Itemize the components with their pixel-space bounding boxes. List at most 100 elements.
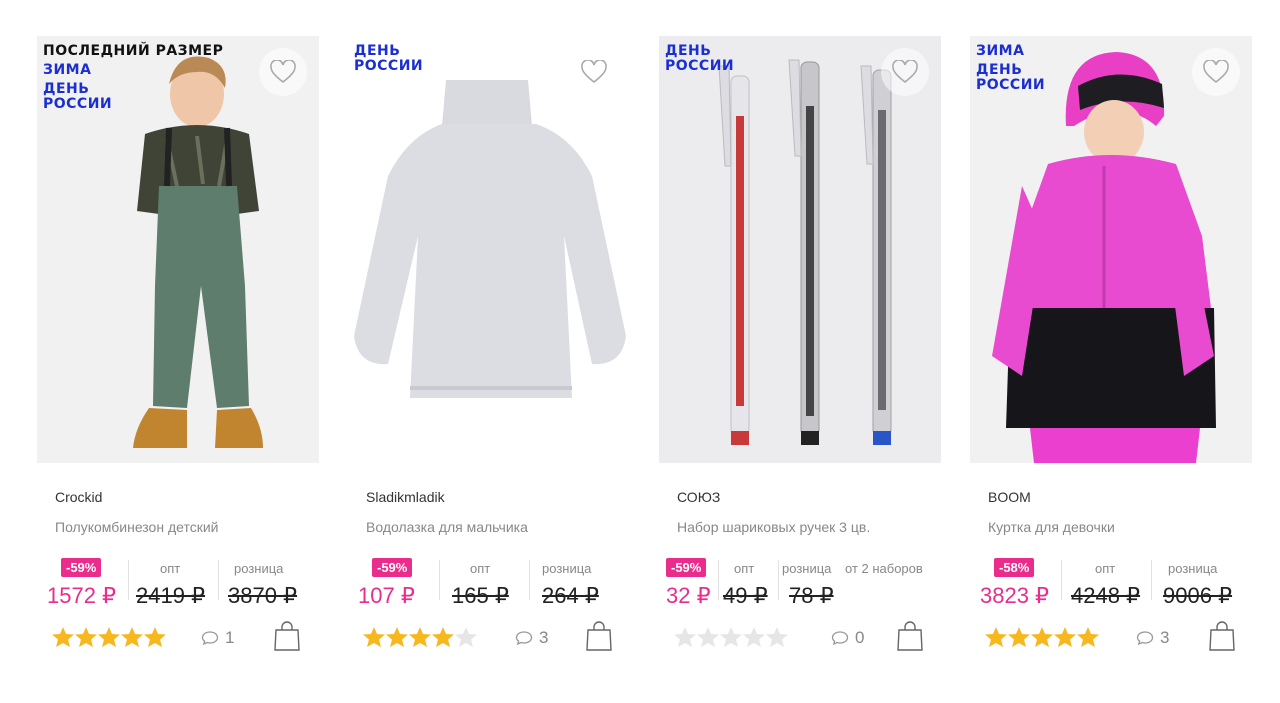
shopping-bag-icon[interactable]: [1208, 620, 1236, 652]
rating-stars: [673, 626, 788, 648]
comments-count[interactable]: 1: [201, 628, 234, 648]
rating-stars: [984, 626, 1099, 648]
star-icon: [98, 627, 120, 647]
card-footer: 0: [673, 620, 941, 656]
product-name[interactable]: Куртка для девочки: [988, 519, 1115, 535]
rating-stars: [362, 626, 477, 648]
opt-label: опт: [470, 561, 491, 576]
opt-label: опт: [734, 561, 755, 576]
retail-price: 3870 ₽: [228, 583, 298, 608]
heart-icon: [1203, 60, 1229, 84]
badge-russia-day: ДЕНЬ РОССИИ: [43, 81, 113, 112]
comments-count[interactable]: 3: [515, 628, 548, 648]
product-name[interactable]: Полукомбинезон детский: [55, 519, 218, 535]
product-card[interactable]: ДЕНЬ РОССИИ Sladikmladik Водолазка для м…: [348, 36, 630, 651]
product-card[interactable]: ПОСЛЕДНИЙ РАЗМЕР ЗИМА ДЕНЬ РОССИИ Crocki…: [37, 36, 319, 651]
product-image[interactable]: ПОСЛЕДНИЙ РАЗМЕР ЗИМА ДЕНЬ РОССИИ: [37, 36, 319, 463]
shopping-bag-icon[interactable]: [896, 620, 924, 652]
current-price: 107 ₽: [358, 583, 415, 608]
star-icon: [743, 627, 765, 647]
product-brand[interactable]: СОЮЗ: [677, 489, 720, 505]
star-icon: [697, 627, 719, 647]
product-image[interactable]: ДЕНЬ РОССИИ: [659, 36, 941, 463]
comments-count[interactable]: 0: [831, 628, 864, 648]
comment-icon: [201, 631, 219, 646]
retail-price: 9006 ₽: [1163, 583, 1233, 608]
opt-label: опт: [160, 561, 181, 576]
favorite-button[interactable]: [881, 48, 929, 96]
discount-badge: -58%: [994, 558, 1035, 577]
price-divider: [439, 560, 440, 600]
favorite-button[interactable]: [259, 48, 307, 96]
star-icon: [985, 627, 1007, 647]
product-image[interactable]: ДЕНЬ РОССИИ: [348, 36, 630, 463]
badge-list: ДЕНЬ РОССИИ: [665, 44, 734, 78]
star-icon: [1077, 627, 1099, 647]
retail-price: 78 ₽: [789, 583, 834, 608]
price-row: -59% 1572 ₽ опт 2419 ₽ розница 3870 ₽: [47, 556, 319, 608]
opt-label: опт: [1095, 561, 1116, 576]
price-divider: [1151, 560, 1152, 600]
star-icon: [455, 627, 477, 647]
badge-list: ПОСЛЕДНИЙ РАЗМЕР ЗИМА ДЕНЬ РОССИИ: [43, 44, 223, 116]
price-row: -58% 3823 ₽ опт 4248 ₽ розница 9006 ₽: [980, 556, 1252, 608]
badge-last-size: ПОСЛЕДНИЙ РАЗМЕР: [43, 43, 224, 59]
badge-list: ЗИМА ДЕНЬ РОССИИ: [976, 44, 1045, 97]
favorite-button[interactable]: [1192, 48, 1240, 96]
retail-label: розница: [542, 561, 592, 576]
retail-label: розница: [782, 561, 832, 576]
price-divider: [128, 560, 129, 600]
heart-icon: [581, 60, 607, 84]
star-icon: [766, 627, 788, 647]
star-icon: [1008, 627, 1030, 647]
discount-badge: -59%: [61, 558, 102, 577]
badge-russia-day: ДЕНЬ РОССИИ: [354, 43, 424, 74]
shopping-bag-icon[interactable]: [585, 620, 613, 652]
star-icon: [144, 627, 166, 647]
product-grid: ПОСЛЕДНИЙ РАЗМЕР ЗИМА ДЕНЬ РОССИИ Crocki…: [0, 0, 1280, 703]
favorite-button[interactable]: [570, 48, 618, 96]
comments-number: 0: [855, 628, 865, 647]
card-footer: 1: [51, 620, 319, 656]
star-icon: [1031, 627, 1053, 647]
retail-label: розница: [234, 561, 284, 576]
badge-winter: ЗИМА: [976, 43, 1025, 59]
product-brand[interactable]: Sladikmladik: [366, 489, 445, 505]
product-name[interactable]: Водолазка для мальчика: [366, 519, 528, 535]
retail-price: 264 ₽: [542, 583, 599, 608]
retail-min-qty: от 2 наборов: [845, 561, 923, 576]
product-brand[interactable]: BOOM: [988, 489, 1031, 505]
badge-list: ДЕНЬ РОССИИ: [354, 44, 423, 78]
opt-price: 2419 ₽: [136, 583, 206, 608]
star-icon: [720, 627, 742, 647]
girl-in-pink-ski-jacket-image: [970, 36, 1252, 463]
star-icon: [674, 627, 696, 647]
star-icon: [363, 627, 385, 647]
shopping-bag-icon[interactable]: [273, 620, 301, 652]
comments-number: 3: [539, 628, 549, 647]
light-grey-turtleneck-image: [348, 36, 630, 463]
heart-icon: [270, 60, 296, 84]
product-brand[interactable]: Crockid: [55, 489, 102, 505]
star-icon: [52, 627, 74, 647]
product-image[interactable]: ЗИМА ДЕНЬ РОССИИ: [970, 36, 1252, 463]
opt-price: 49 ₽: [723, 583, 768, 608]
comment-icon: [515, 631, 533, 646]
three-ballpoint-pens-image: [659, 36, 941, 463]
price-divider: [718, 560, 719, 600]
retail-label: розница: [1168, 561, 1218, 576]
badge-winter: ЗИМА: [43, 62, 92, 78]
badge-russia-day: ДЕНЬ РОССИИ: [976, 62, 1046, 93]
price-row: -59% 107 ₽ опт 165 ₽ розница 264 ₽: [358, 556, 630, 608]
comments-count[interactable]: 3: [1136, 628, 1169, 648]
comments-number: 3: [1160, 628, 1170, 647]
product-card[interactable]: ДЕНЬ РОССИИ СОЮЗ Набор шариковых ручек 3…: [659, 36, 941, 651]
product-name[interactable]: Набор шариковых ручек 3 цв.: [677, 519, 870, 535]
product-card[interactable]: ЗИМА ДЕНЬ РОССИИ BOOM Куртка для девочки…: [970, 36, 1252, 651]
current-price: 3823 ₽: [980, 583, 1050, 608]
star-icon: [432, 627, 454, 647]
star-icon: [75, 627, 97, 647]
card-footer: 3: [362, 620, 630, 656]
badge-russia-day: ДЕНЬ РОССИИ: [665, 43, 735, 74]
comment-icon: [831, 631, 849, 646]
